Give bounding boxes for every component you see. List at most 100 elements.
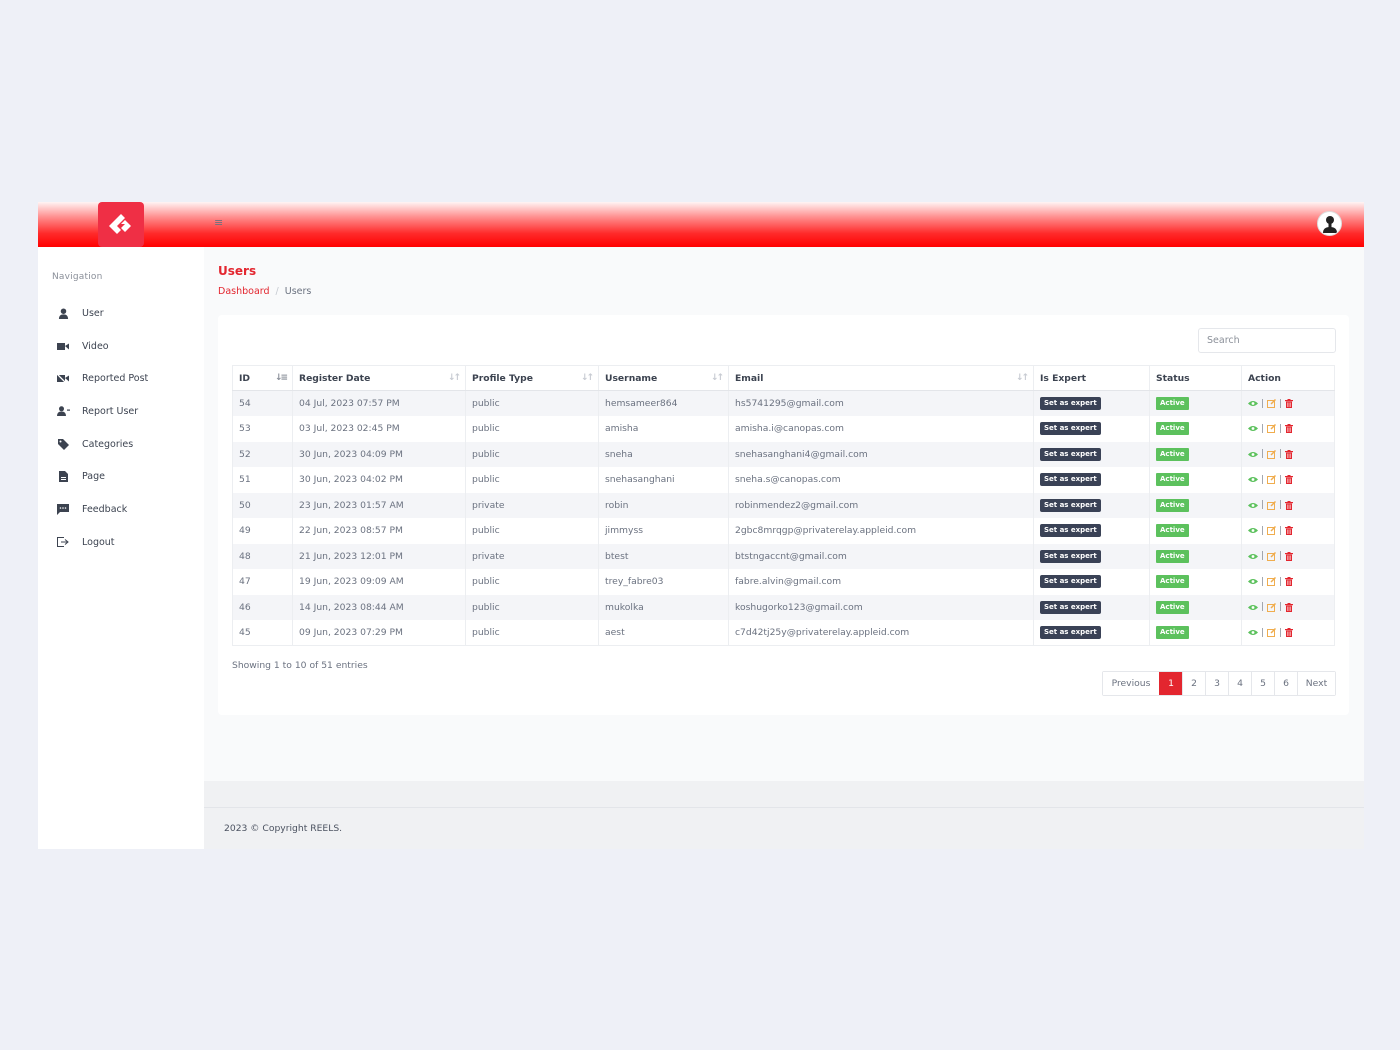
edit-icon[interactable] (1267, 399, 1277, 408)
edit-icon[interactable] (1267, 602, 1277, 612)
column-header-id[interactable]: ID ↓≡ (232, 365, 293, 391)
sidebar-item-logout[interactable]: Logout (38, 526, 204, 559)
search-input[interactable] (1198, 328, 1336, 353)
cell-status: Active (1149, 416, 1242, 442)
pagination-page-3[interactable]: 3 (1205, 672, 1228, 695)
trash-icon[interactable] (1285, 424, 1294, 434)
eye-icon[interactable] (1248, 527, 1258, 534)
eye-icon[interactable] (1248, 451, 1258, 458)
eye-icon[interactable] (1248, 400, 1258, 407)
column-header-profile-type[interactable]: Profile Type ↓↑ (465, 365, 599, 391)
pagination-next[interactable]: Next (1297, 672, 1335, 695)
sidebar-item-page[interactable]: Page (38, 460, 204, 493)
cell-profile-type: public (465, 416, 599, 442)
set-as-expert-button[interactable]: Set as expert (1040, 575, 1101, 589)
pagination-page-2[interactable]: 2 (1182, 672, 1205, 695)
set-as-expert-button[interactable]: Set as expert (1040, 447, 1101, 461)
set-as-expert-button[interactable]: Set as expert (1040, 498, 1101, 512)
sort-icon[interactable]: ↓↑ (581, 373, 594, 383)
set-as-expert-button[interactable]: Set as expert (1040, 397, 1101, 410)
edit-icon[interactable] (1267, 526, 1277, 536)
sort-icon[interactable]: ↓↑ (1016, 373, 1029, 383)
eye-icon[interactable] (1248, 604, 1258, 611)
cell-status: Active (1149, 492, 1242, 518)
cell-register-date: 09 Jun, 2023 07:29 PM (292, 620, 466, 646)
sort-icon[interactable]: ↓↑ (448, 373, 461, 383)
cell-id: 46 (232, 594, 293, 620)
edit-icon[interactable] (1267, 551, 1277, 561)
column-header-username[interactable]: Username ↓↑ (598, 365, 729, 391)
cell-is-expert: Set as expert (1033, 518, 1150, 544)
edit-icon[interactable] (1267, 424, 1277, 434)
set-as-expert-button[interactable]: Set as expert (1040, 473, 1101, 487)
edit-icon[interactable] (1267, 500, 1277, 510)
action-separator: | (1261, 576, 1265, 587)
cell-profile-type: private (465, 543, 599, 569)
pagination: Previous 1 2 3 4 5 6 Next (1102, 671, 1336, 696)
eye-icon[interactable] (1248, 578, 1258, 585)
pagination-page-1[interactable]: 1 (1159, 672, 1182, 695)
logo[interactable] (98, 202, 144, 247)
eye-icon[interactable] (1248, 476, 1258, 483)
pagination-page-5[interactable]: 5 (1251, 672, 1274, 695)
set-as-expert-button[interactable]: Set as expert (1040, 422, 1101, 436)
user-icon (56, 307, 70, 319)
trash-icon[interactable] (1285, 500, 1294, 510)
cell-email: fabre.alvin@gmail.com (728, 569, 1034, 595)
cell-username: sneha (598, 441, 729, 467)
pagination-page-4[interactable]: 4 (1228, 672, 1251, 695)
sidebar-item-report-user[interactable]: Report User (38, 395, 204, 428)
table-row: 48 21 Jun, 2023 12:01 PM private btest btstn… (232, 543, 1335, 569)
column-header-register-date[interactable]: Register Date ↓↑ (292, 365, 466, 391)
eye-icon[interactable] (1248, 553, 1258, 560)
sidebar-item-reported-post[interactable]: Reported Post (38, 362, 204, 395)
cell-id: 47 (232, 569, 293, 595)
cell-register-date: 23 Jun, 2023 01:57 AM (292, 492, 466, 518)
trash-icon[interactable] (1285, 602, 1294, 612)
sidebar-item-video[interactable]: Video (38, 330, 204, 363)
sidebar-item-feedback[interactable]: Feedback (38, 493, 204, 526)
diamond-logo-icon (109, 213, 131, 234)
sort-icon[interactable]: ↓↑ (711, 373, 724, 383)
cell-action: | | (1241, 441, 1335, 467)
sidebar-item-label: Feedback (82, 503, 128, 515)
trash-icon[interactable] (1285, 399, 1294, 408)
trash-icon[interactable] (1285, 628, 1294, 637)
trash-icon[interactable] (1285, 449, 1294, 459)
trash-icon[interactable] (1285, 475, 1294, 485)
edit-icon[interactable] (1267, 449, 1277, 459)
eye-icon[interactable] (1248, 502, 1258, 509)
cell-is-expert: Set as expert (1033, 543, 1150, 569)
hamburger-icon[interactable]: ≡ (214, 217, 224, 228)
pagination-page-6[interactable]: 6 (1274, 672, 1297, 695)
status-badge: Active (1156, 422, 1189, 436)
cell-action: | | (1241, 518, 1335, 544)
action-separator: | (1261, 551, 1265, 562)
cell-action: | | (1241, 543, 1335, 569)
user-avatar-icon[interactable] (1317, 211, 1342, 236)
action-separator: | (1279, 474, 1283, 485)
edit-icon[interactable] (1267, 628, 1277, 637)
sort-desc-icon[interactable]: ↓≡ (275, 373, 288, 383)
table-row: 49 22 Jun, 2023 08:57 PM public jimmyss 2gbc… (232, 518, 1335, 544)
trash-icon[interactable] (1285, 526, 1294, 536)
edit-icon[interactable] (1267, 475, 1277, 485)
cell-profile-type: public (465, 390, 599, 416)
trash-icon[interactable] (1285, 551, 1294, 561)
set-as-expert-button[interactable]: Set as expert (1040, 600, 1101, 614)
edit-icon[interactable] (1267, 577, 1277, 587)
set-as-expert-button[interactable]: Set as expert (1040, 549, 1101, 563)
sidebar-item-categories[interactable]: Categories (38, 428, 204, 461)
app-shell: ≡ Navigation User Video Reported Post Re… (38, 202, 1364, 849)
pagination-previous[interactable]: Previous (1103, 672, 1159, 695)
set-as-expert-button[interactable]: Set as expert (1040, 524, 1101, 538)
eye-icon[interactable] (1248, 629, 1258, 636)
cell-action: | | (1241, 594, 1335, 620)
sidebar-item-user[interactable]: User (38, 297, 204, 330)
set-as-expert-button[interactable]: Set as expert (1040, 626, 1101, 639)
breadcrumb-dashboard-link[interactable]: Dashboard (218, 286, 270, 297)
eye-icon[interactable] (1248, 425, 1258, 432)
trash-icon[interactable] (1285, 577, 1294, 587)
status-badge: Active (1156, 575, 1189, 589)
column-header-email[interactable]: Email ↓↑ (728, 365, 1034, 391)
